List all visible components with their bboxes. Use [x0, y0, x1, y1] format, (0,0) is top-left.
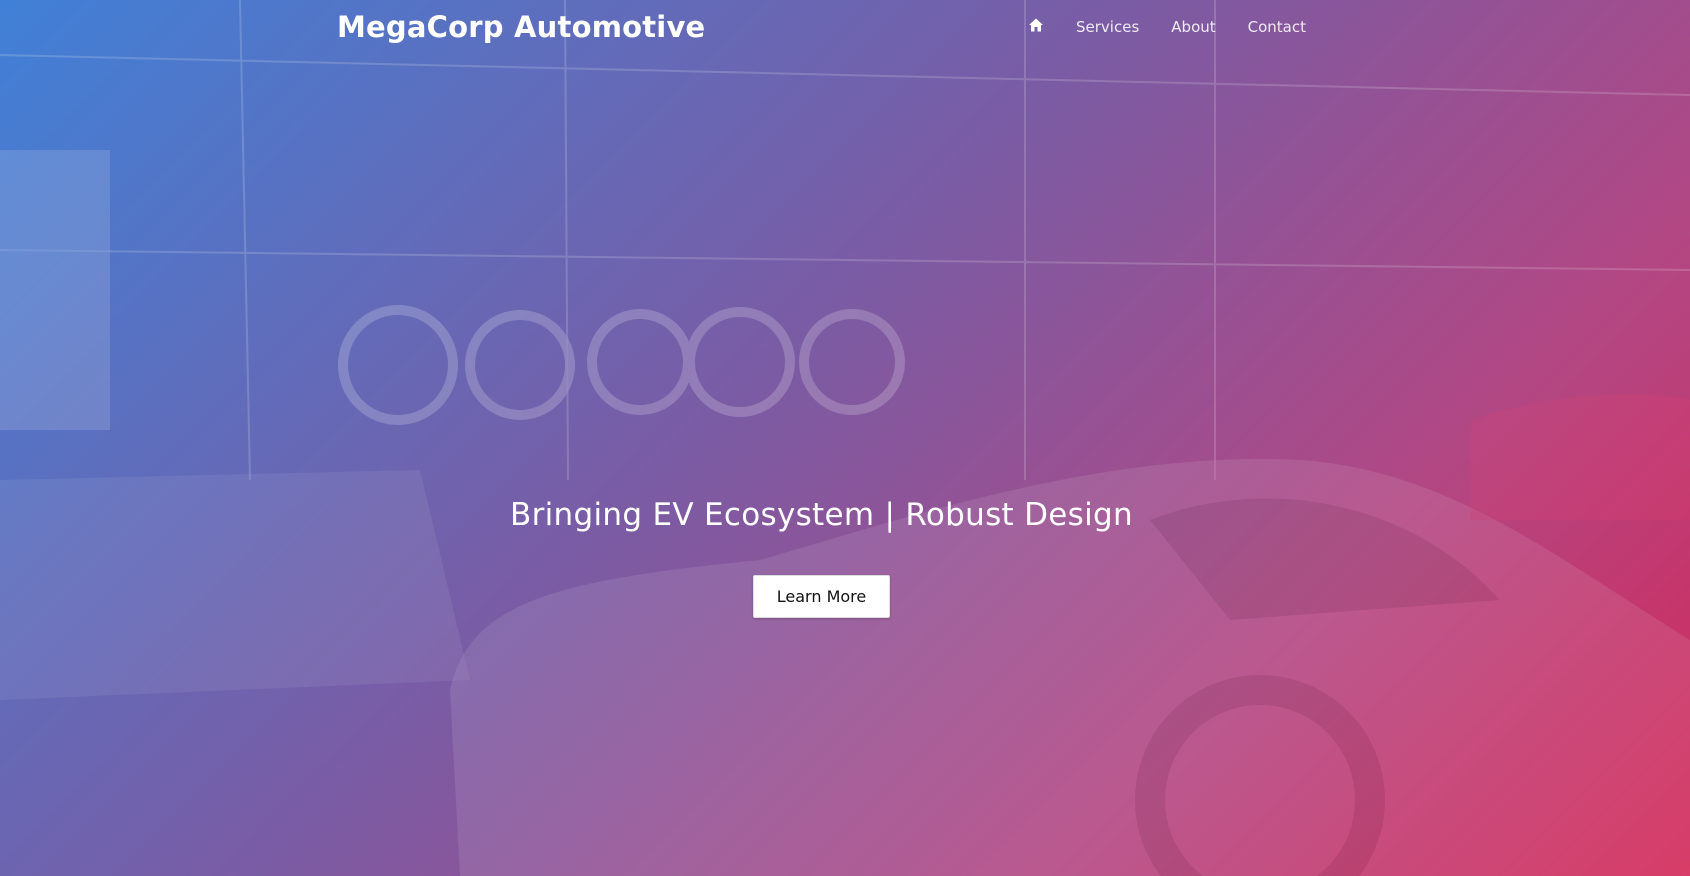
showroom-background-image	[0, 0, 1690, 876]
nav-link-about[interactable]: About	[1171, 18, 1215, 36]
nav-home-link[interactable]	[1028, 17, 1044, 37]
nav-link-services[interactable]: Services	[1076, 18, 1139, 36]
navbar: MegaCorp Automotive Services About Conta…	[0, 0, 1690, 58]
brand-logo-link[interactable]: MegaCorp Automotive	[337, 10, 705, 44]
home-icon	[1029, 18, 1044, 32]
hero-section: MegaCorp Automotive Services About Conta…	[0, 0, 1690, 876]
nav-link-contact[interactable]: Contact	[1248, 18, 1306, 36]
learn-more-button[interactable]: Learn More	[753, 575, 890, 618]
hero-tagline: Bringing EV Ecosystem | Robust Design	[510, 497, 1133, 533]
nav-links: Services About Contact	[1028, 17, 1306, 37]
